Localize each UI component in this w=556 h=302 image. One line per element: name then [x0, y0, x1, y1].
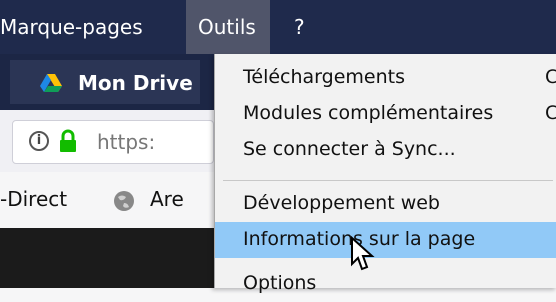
menu-item-shortcut: C — [545, 102, 556, 124]
menu-item-label: Développement web — [243, 192, 440, 214]
lock-icon[interactable] — [59, 129, 77, 153]
info-icon[interactable]: i — [29, 131, 49, 151]
menu-marque-pages[interactable]: Marque-pages — [0, 0, 151, 54]
bookmark-direct[interactable]: -Direct — [0, 187, 67, 211]
menu-item-telechargements[interactable]: Téléchargements C — [215, 60, 556, 96]
outils-dropdown-menu: Téléchargements C Modules complémentaire… — [214, 54, 556, 294]
menu-separator — [223, 180, 553, 181]
google-drive-icon — [40, 74, 62, 92]
bookmark-label: Are — [150, 187, 184, 211]
menu-outils[interactable]: Outils — [186, 0, 270, 54]
menu-item-label: Téléchargements — [243, 66, 405, 88]
menu-item-label: Options — [243, 272, 317, 294]
menu-item-shortcut: C — [545, 66, 556, 88]
menu-item-developpement-web[interactable]: Développement web — [215, 186, 556, 222]
menu-item-modules[interactable]: Modules complémentaires C — [215, 96, 556, 132]
url-bar[interactable]: i https: — [12, 120, 214, 164]
tab-label: Mon Drive — [78, 71, 193, 95]
menu-item-options[interactable]: Options — [215, 266, 556, 302]
menu-item-label: Modules complémentaires — [243, 102, 494, 124]
menu-bar: Marque-pages Outils ? — [0, 0, 556, 54]
menu-help[interactable]: ? — [286, 0, 313, 54]
menu-item-informations-page[interactable]: Informations sur la page — [215, 222, 556, 258]
url-text: https: — [97, 130, 156, 154]
globe-icon — [114, 191, 134, 211]
tab-mon-drive[interactable]: Mon Drive — [10, 60, 200, 104]
menu-item-label: Se connecter à Sync... — [243, 138, 456, 160]
mouse-pointer-icon — [351, 236, 375, 271]
menu-item-sync[interactable]: Se connecter à Sync... — [215, 132, 556, 168]
